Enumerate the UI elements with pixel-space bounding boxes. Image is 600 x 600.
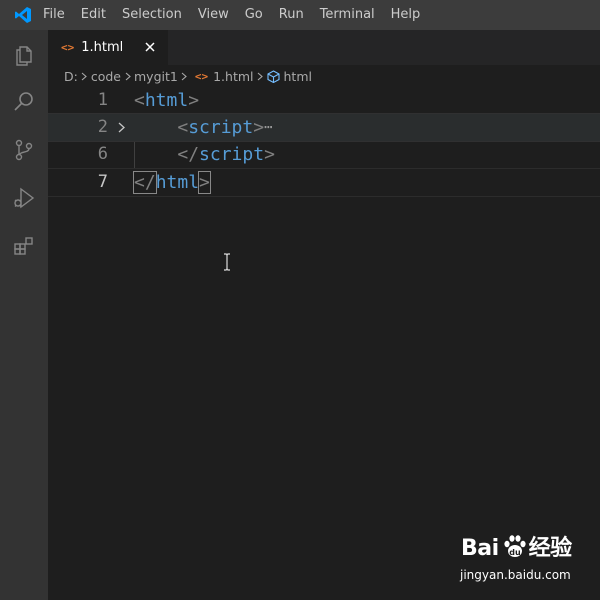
code-text: <html> [134, 90, 200, 111]
run-debug-icon[interactable] [0, 174, 48, 222]
menu-edit[interactable]: Edit [73, 0, 114, 30]
breadcrumb-drive[interactable]: D: [64, 69, 78, 84]
matched-bracket: > [198, 171, 211, 194]
search-icon[interactable] [0, 78, 48, 126]
chevron-right-icon [254, 65, 267, 87]
code-text: </script> [177, 144, 275, 165]
svg-text:du: du [509, 548, 521, 557]
breadcrumb-folder-mygit1[interactable]: mygit1 [134, 69, 178, 84]
line-number: 1 [97, 90, 108, 110]
menu-view[interactable]: View [190, 0, 237, 30]
explorer-icon[interactable] [0, 30, 48, 78]
source-control-icon[interactable] [0, 126, 48, 174]
activity-bar [0, 30, 48, 600]
code-line[interactable]: 6 </script> [48, 141, 600, 168]
chevron-right-icon [178, 65, 191, 87]
menu-selection[interactable]: Selection [114, 0, 190, 30]
code-line[interactable]: 7 </html> [48, 168, 600, 197]
html-file-icon: <> [61, 41, 75, 54]
chevron-right-icon [121, 65, 134, 87]
line-number: 6 [97, 144, 108, 164]
code-text: <script>⋯ [177, 117, 273, 138]
code-line[interactable]: 1 <html> [48, 87, 600, 114]
menu-file[interactable]: File [43, 0, 73, 30]
breadcrumb: D: code mygit1 <> 1.html html [48, 65, 600, 87]
chevron-right-icon [78, 65, 91, 87]
fold-chevron-right-icon[interactable] [114, 114, 128, 141]
line-number: 2 [97, 117, 108, 137]
close-icon[interactable] [142, 39, 158, 55]
breadcrumb-symbol[interactable]: html [284, 69, 312, 84]
line-number: 7 [97, 172, 108, 192]
breadcrumb-folder-code[interactable]: code [91, 69, 121, 84]
baidu-watermark: Bai 经验 du jingyan.baidu.com [455, 530, 595, 590]
menu-terminal[interactable]: Terminal [312, 0, 383, 30]
baidu-paw-icon: du [502, 533, 528, 563]
html-file-icon: <> [194, 69, 209, 83]
symbol-element-icon [266, 69, 280, 83]
tab-label: 1.html [81, 40, 124, 55]
folded-ellipsis[interactable]: ⋯ [264, 120, 272, 136]
menu-run[interactable]: Run [271, 0, 312, 30]
breadcrumb-file[interactable]: 1.html [213, 69, 253, 84]
code-editor[interactable]: 1 <html> 2 <script>⋯ 6 </script> 7 </htm… [48, 87, 600, 600]
menu-help[interactable]: Help [383, 0, 429, 30]
code-line[interactable]: 2 <script>⋯ [48, 113, 600, 142]
text-cursor-icon [222, 253, 232, 275]
watermark-url: jingyan.baidu.com [460, 568, 571, 582]
vscode-logo-icon [0, 0, 46, 30]
menu-bar: File Edit Selection View Go Run Terminal… [43, 0, 429, 30]
matched-bracket: </ [133, 171, 157, 194]
code-text: </html> [133, 171, 211, 194]
editor-tabs: <> 1.html [48, 30, 600, 65]
title-bar: File Edit Selection View Go Run Terminal… [0, 0, 600, 30]
extensions-icon[interactable] [0, 222, 48, 270]
tab-1-html[interactable]: <> 1.html [48, 30, 168, 65]
menu-go[interactable]: Go [237, 0, 271, 30]
